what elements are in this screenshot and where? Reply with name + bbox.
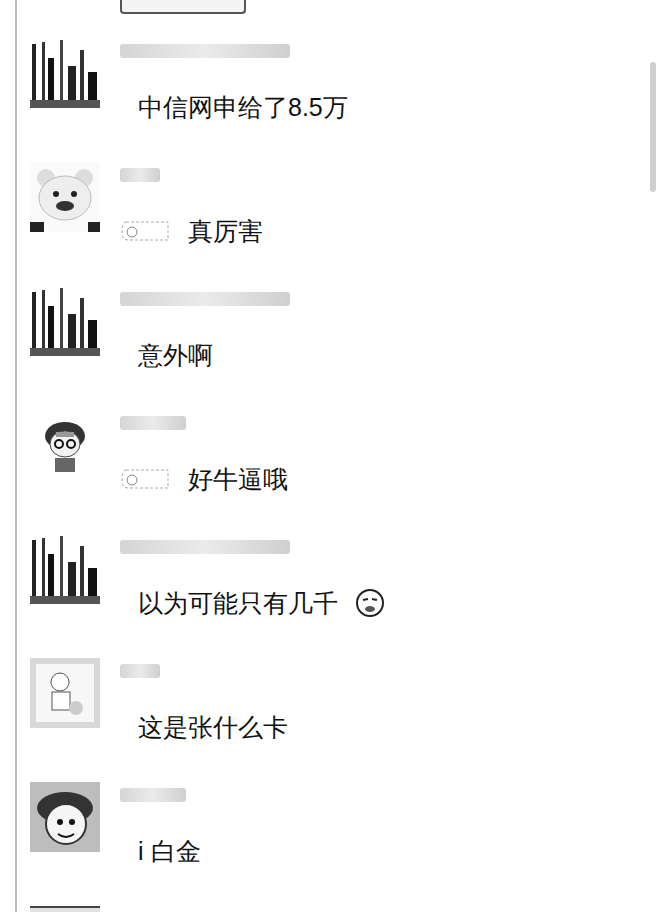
message-text: 以为可能只有几千	[138, 586, 338, 620]
blurred-sender-name	[120, 168, 160, 182]
avatar-icon[interactable]	[30, 782, 100, 852]
message-text: 中信网申给了8.5万	[138, 90, 348, 124]
message-row: 以为可能只有几千	[17, 534, 672, 658]
avatar-icon[interactable]	[30, 38, 100, 108]
sticker-icon	[120, 466, 172, 492]
blurred-sender-name	[120, 416, 186, 430]
message-content[interactable]: 中信网申给了8.5万	[138, 90, 348, 124]
frame-edge	[15, 0, 17, 912]
message-row: 中信网申给了8.5万	[17, 38, 672, 162]
message-content[interactable]: i 白金	[138, 834, 201, 868]
avatar-icon[interactable]	[30, 410, 100, 480]
message-text: 真厉害	[188, 214, 263, 248]
previous-message	[17, 0, 672, 38]
blurred-sender-name	[120, 540, 290, 554]
avatar-icon[interactable]	[30, 162, 100, 232]
avatar-icon[interactable]	[30, 534, 100, 604]
message-text: 好牛逼哦	[188, 462, 288, 496]
message-content[interactable]: 意外啊	[138, 338, 290, 372]
message-row: i 白金	[17, 782, 672, 906]
scrollbar[interactable]	[650, 62, 656, 192]
avatar-icon[interactable]	[30, 658, 100, 728]
message-content[interactable]: 这是张什么卡	[138, 710, 288, 744]
message-text: i 白金	[138, 834, 201, 868]
blurred-sender-name	[120, 664, 160, 678]
message-text: 这是张什么卡	[138, 710, 288, 744]
message-content[interactable]: 以为可能只有几千	[138, 586, 386, 620]
image-thumbnail[interactable]	[120, 0, 246, 14]
next-avatar-icon	[30, 906, 100, 912]
message-row: 真厉害	[17, 162, 672, 286]
sticker-icon	[120, 218, 172, 244]
face-emoji-icon	[354, 587, 386, 619]
message-content[interactable]: 真厉害	[120, 214, 263, 248]
message-text: 意外啊	[138, 338, 213, 372]
blurred-sender-name	[120, 292, 290, 306]
blurred-sender-name	[120, 44, 290, 58]
message-row: 好牛逼哦	[17, 410, 672, 534]
avatar-icon[interactable]	[30, 286, 100, 356]
message-content[interactable]: 好牛逼哦	[120, 462, 288, 496]
message-row: 意外啊	[17, 286, 672, 410]
blurred-sender-name	[120, 788, 186, 802]
message-list: 中信网申给了8.5万真厉害意外啊好牛逼哦以为可能只有几千这是张什么卡 i 白金	[17, 0, 672, 912]
message-row: 这是张什么卡	[17, 658, 672, 782]
